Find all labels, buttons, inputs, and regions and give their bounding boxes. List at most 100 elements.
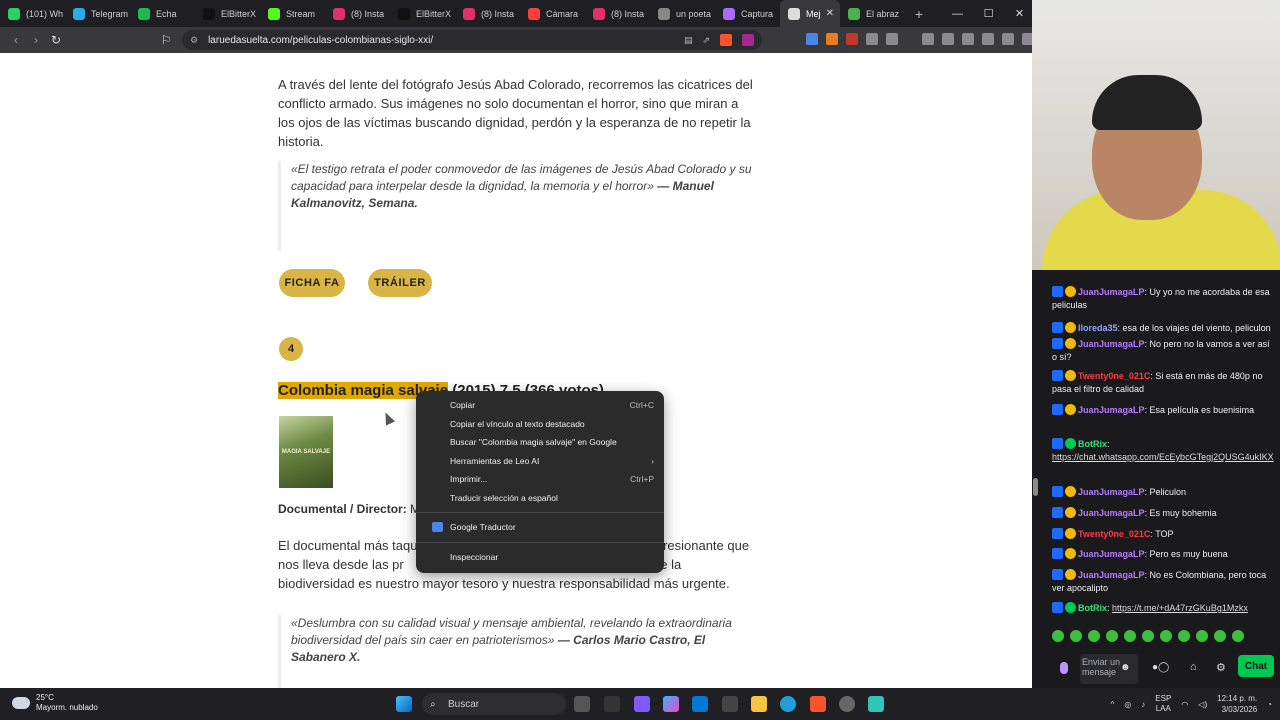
chat-username[interactable]: JuanJumagaLP <box>1078 508 1145 518</box>
url-text[interactable]: laruedasuelta.com/peliculas-colombianas-… <box>208 35 674 46</box>
context-menu-item[interactable]: Herramientas de Leo AI › <box>416 452 664 471</box>
ficha-button[interactable]: FICHA FA <box>279 269 345 297</box>
brave-rewards-icon[interactable] <box>742 34 754 46</box>
maximize-icon[interactable]: ☐ <box>973 0 1004 27</box>
mic-icon[interactable] <box>1060 662 1068 674</box>
emote-icon <box>1232 630 1244 642</box>
app-icon[interactable] <box>839 696 855 712</box>
chat-username[interactable]: lloreda35 <box>1078 323 1118 333</box>
notepad-icon[interactable] <box>868 696 884 712</box>
network-tray-icon[interactable]: ◎ <box>1124 700 1131 709</box>
points-icon[interactable]: ●◯ <box>1152 662 1169 673</box>
back-icon[interactable]: ‹ <box>6 33 26 47</box>
copilot-icon[interactable] <box>663 696 679 712</box>
browser-tab[interactable]: un poeta <box>650 0 715 27</box>
leo-icon[interactable] <box>982 33 994 45</box>
chat-text: : Esa película es buenisima <box>1144 405 1255 415</box>
start-icon[interactable] <box>396 696 412 712</box>
inspect-item[interactable]: Inspeccionar <box>416 548 664 567</box>
brave-icon[interactable] <box>810 696 826 712</box>
chat-username[interactable]: Twenty0ne_021C <box>1078 371 1150 381</box>
chat-username[interactable]: JuanJumagaLP <box>1078 339 1145 349</box>
browser-tab[interactable]: (8) Insta <box>325 0 390 27</box>
chat-username[interactable]: JuanJumagaLP <box>1078 570 1145 580</box>
browser-tab[interactable]: Cámara <box>520 0 585 27</box>
trailer-button[interactable]: TRÁILER <box>368 269 432 297</box>
browser-tab[interactable]: El abraz <box>840 0 905 27</box>
browser-tab[interactable]: ElBitterX <box>390 0 455 27</box>
chat-username[interactable]: BotRix <box>1078 439 1107 449</box>
extension-icon[interactable] <box>826 33 838 45</box>
close-window-icon[interactable]: ✕ <box>1004 0 1035 27</box>
close-tab-icon[interactable]: ✕ <box>826 8 834 19</box>
media-icon[interactable] <box>922 33 934 45</box>
browser-tab[interactable]: Stream <box>260 0 325 27</box>
chat-username[interactable]: JuanJumagaLP <box>1078 487 1145 497</box>
wallet-icon[interactable] <box>962 33 974 45</box>
browser-tab[interactable]: Mej ✕ <box>780 0 840 27</box>
share-icon[interactable]: ⇗ <box>702 35 710 46</box>
movie-poster[interactable]: MAGIA SALVAJE <box>279 416 333 488</box>
store-icon[interactable] <box>692 696 708 712</box>
tab-label: (101) Wh <box>26 8 64 19</box>
terminal-icon[interactable] <box>722 696 738 712</box>
translate-ext-icon[interactable] <box>806 33 818 45</box>
reload-icon[interactable]: ↻ <box>46 33 66 47</box>
browser-tab[interactable]: Echa <box>130 0 195 27</box>
wifi-icon[interactable]: ◠ <box>1181 700 1188 709</box>
browser-tab[interactable]: ElBitterX <box>195 0 260 27</box>
browser-tab[interactable]: (8) Insta <box>455 0 520 27</box>
chat-link[interactable]: https://chat.whatsapp.com/EcEybcGTegj2QU… <box>1052 452 1274 462</box>
lang-layout: LAA <box>1155 704 1171 713</box>
google-translate-item[interactable]: Google Traductor <box>416 518 664 537</box>
volume-icon[interactable]: ◁) <box>1198 700 1207 709</box>
page-scrollbar-thumb[interactable] <box>1033 478 1038 496</box>
chat-username[interactable]: JuanJumagaLP <box>1078 549 1145 559</box>
menu-item-label: Imprimir... <box>450 474 488 485</box>
address-bar[interactable]: ⚙ laruedasuelta.com/peliculas-colombiana… <box>182 30 762 50</box>
brave-shield-icon[interactable] <box>720 34 732 46</box>
mouse-cursor <box>380 410 396 426</box>
bookmark-icon[interactable]: ⚐ <box>156 33 176 47</box>
context-menu-item[interactable]: Buscar "Colombia magia salvaje" en Googl… <box>416 433 664 452</box>
settings-icon[interactable]: ⚙ <box>1216 661 1226 674</box>
mic-tray-icon[interactable]: ♪ <box>1141 700 1145 709</box>
chat-username[interactable]: BotRix <box>1078 603 1107 613</box>
app-icon[interactable] <box>604 696 620 712</box>
task-view-icon[interactable] <box>574 696 590 712</box>
chat-username[interactable]: JuanJumagaLP <box>1078 287 1145 297</box>
clock[interactable]: 12:14 p. m. 3/03/2026 <box>1217 693 1257 715</box>
puzzle-icon[interactable] <box>866 33 878 45</box>
context-menu-item[interactable]: Copiar Ctrl+C <box>416 396 664 415</box>
notification-icon[interactable]: ◔ <box>1267 700 1272 709</box>
context-menu-item[interactable]: Copiar el vínculo al texto destacado <box>416 415 664 434</box>
extension-icon[interactable] <box>846 33 858 45</box>
browser-tab[interactable]: Telegram <box>65 0 130 27</box>
chat-send-button[interactable]: Chat <box>1238 655 1274 677</box>
edge-icon[interactable] <box>780 696 796 712</box>
minimize-icon[interactable]: — <box>942 0 973 27</box>
chat-username[interactable]: JuanJumagaLP <box>1078 405 1145 415</box>
chevron-up-icon[interactable]: ^ <box>1111 700 1115 709</box>
browser-tab[interactable]: (101) Wh <box>0 0 65 27</box>
weather-widget[interactable]: 25°C Mayorm. nublado <box>12 693 98 713</box>
language-indicator[interactable]: ESP LAA <box>1155 694 1171 714</box>
extension-icon[interactable] <box>886 33 898 45</box>
forward-icon[interactable]: › <box>26 33 46 47</box>
sidebar-icon[interactable] <box>942 33 954 45</box>
new-tab-button[interactable]: + <box>905 6 933 22</box>
folder-icon[interactable] <box>751 696 767 712</box>
browser-tab[interactable]: (8) Insta <box>585 0 650 27</box>
emoji-icon[interactable]: ☻ <box>1120 662 1131 673</box>
taskbar-search[interactable]: ⌕ Buscar <box>422 693 566 715</box>
app-icon[interactable] <box>634 696 650 712</box>
browser-tab[interactable]: Captura <box>715 0 780 27</box>
reader-icon[interactable]: ▤ <box>684 35 693 46</box>
chat-username[interactable]: Twenty0ne_021C <box>1078 529 1150 539</box>
site-info-icon[interactable]: ⚙ <box>190 35 198 46</box>
context-menu-item[interactable]: Imprimir... Ctrl+P <box>416 470 664 489</box>
vpn-icon[interactable] <box>1002 33 1014 45</box>
store-icon[interactable]: ⌂ <box>1190 661 1197 673</box>
context-menu-item[interactable]: Traducir selección a español <box>416 489 664 508</box>
chat-link[interactable]: https://t.me/+dA47rzGKuBg1Mzkx <box>1112 603 1248 613</box>
